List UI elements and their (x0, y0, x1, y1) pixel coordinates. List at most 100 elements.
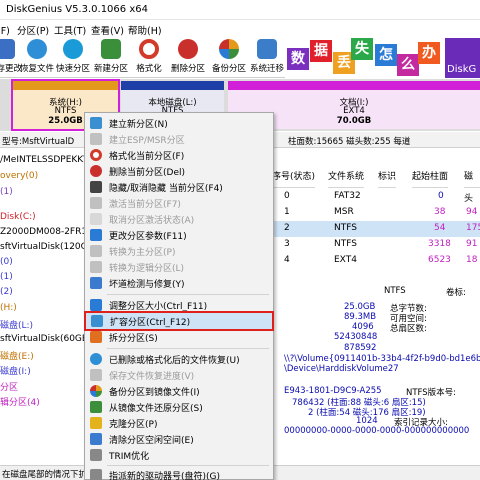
row-head: 94 (466, 207, 478, 217)
menu-file[interactable]: 文件(F) (0, 23, 10, 37)
menu-item-label: 取消分区激活状态(A) (109, 216, 195, 226)
toolbar: 保存更改 恢复文件 快速分区 新建分区 格式化 删除分区 备份分区 系统迁移 数… (0, 38, 480, 78)
tree-item[interactable]: (0) (0, 257, 13, 271)
row-head: 91 (466, 239, 478, 249)
tree-item[interactable]: (2) (0, 287, 13, 301)
menu-item-restore-image[interactable]: 从镜像文件还原分区(S) (85, 399, 273, 415)
tree-item[interactable]: 磁盘(L:) (0, 318, 33, 332)
row-index: 4 (284, 255, 290, 265)
col-header-cyl[interactable]: 起始柱面 (412, 166, 449, 188)
table-row[interactable]: 1 MSR 38 94 (268, 205, 480, 221)
menu-item-label: 更改分区参数(F11) (109, 232, 187, 242)
title-bar: DiskGenius V5.3.0.1066 x64 (0, 0, 480, 20)
menu-item-save-progress[interactable]: 保存文件恢复进度(V) (85, 367, 273, 383)
tree-item[interactable]: (1) (0, 272, 13, 286)
col-header-index[interactable]: 序号(状态) (272, 166, 316, 188)
tree-item[interactable]: 辑分区(4) (0, 395, 40, 409)
tree-item[interactable]: 磁盘(E:) (0, 349, 34, 363)
menu-item-extend[interactable]: 扩容分区(Ctrl_F12) (84, 311, 274, 331)
menu-bar: 文件(F) 分区(P) 工具(T) 查看(V) 帮助(H) (0, 20, 480, 38)
col-header-head[interactable]: 磁头 (464, 166, 480, 204)
menu-item-clone[interactable]: 克隆分区(P) (85, 415, 273, 431)
tree-item[interactable]: overy(0) (0, 171, 38, 185)
detail-value: 878592 (344, 343, 377, 353)
drive-letter-icon (90, 469, 102, 480)
menu-item-delete[interactable]: 删除当前分区(Del) (85, 163, 273, 179)
menu-item-to-primary[interactable]: 转换为主分区(P) (85, 243, 273, 259)
format-icon (90, 149, 102, 161)
row-index: 3 (284, 239, 290, 249)
menu-item-split[interactable]: 拆分分区(S) (85, 329, 273, 345)
menu-partition[interactable]: 分区(P) (17, 23, 49, 37)
banner-char: 失 (351, 38, 373, 60)
tree-item[interactable]: Disk(C:) (0, 212, 36, 226)
menu-item-activate[interactable]: 激活当前分区(F7) (85, 195, 273, 211)
tree-item[interactable]: /MeINTELSSDPEKKV (0, 155, 87, 169)
detail-value: 52430848 (334, 332, 378, 342)
partition-color-bar (121, 81, 224, 90)
menu-item-to-logical[interactable]: 转换为逻辑分区(L) (85, 259, 273, 275)
resize-icon (90, 299, 102, 311)
banner-char: 办 (418, 42, 440, 64)
context-menu: 建立新分区(N) 建立ESP/MSR分区 格式化当前分区(F) 删除当前分区(D… (84, 112, 274, 480)
menu-item-params[interactable]: 更改分区参数(F11) (85, 227, 273, 243)
to-logical-icon (90, 261, 102, 273)
menu-item-label: 建立新分区(N) (109, 120, 168, 130)
detail-guid: 00000000-0000-0000-0000-000000000000 (284, 426, 470, 436)
extend-icon (91, 315, 103, 327)
menu-item-format[interactable]: 格式化当前分区(F) (85, 147, 273, 163)
row-fs: NTFS (334, 239, 357, 249)
save-progress-icon (90, 369, 102, 381)
format-icon (139, 39, 159, 59)
table-row[interactable]: 3 NTFS 3318 91 (268, 237, 480, 253)
detail-index-size: 1024 (356, 416, 378, 426)
menu-separator (107, 348, 269, 349)
disk-tree: /MeINTELSSDPEKKV overy(0) (1) Disk(C:) Z… (0, 149, 88, 465)
menu-item-recover[interactable]: 已删除或格式化后的文件恢复(U) (85, 351, 273, 367)
restore-files-icon (27, 39, 47, 59)
tree-item[interactable]: sftVirtualDisk(120GB (0, 242, 87, 256)
table-row-selected[interactable]: 2 NTFS 54 175 (268, 221, 480, 237)
menu-item-label: 格式化当前分区(F) (109, 152, 185, 162)
detail-value: 25.0GB (344, 302, 376, 312)
detail-device-path: \Device\HarddiskVolume27 (284, 364, 399, 374)
menu-help[interactable]: 帮助(H) (128, 23, 162, 37)
menu-item-backup-image[interactable]: 备份分区到镜像文件(I) (85, 383, 273, 399)
disk-model: 型号:MsftVirtualD (2, 137, 75, 147)
menu-item-bad-sector[interactable]: 坏道检测与修复(Y) (85, 275, 273, 291)
menu-item-esp-msr[interactable]: 建立ESP/MSR分区 (85, 131, 273, 147)
delete-icon (90, 165, 102, 177)
system-migrate-button[interactable]: 系统迁移 (244, 38, 290, 78)
row-cyl: 3318 (428, 239, 451, 249)
tree-item[interactable]: 磁盘(I:) (0, 364, 31, 378)
menu-item-hide[interactable]: 隐藏/取消隐藏 当前分区(F4) (85, 179, 273, 195)
tree-item[interactable]: sftVirtualDisk(60GB (0, 334, 87, 348)
banner-char: 么 (397, 54, 419, 76)
wipe-free-icon (90, 433, 102, 445)
tree-item[interactable]: 分区 (0, 380, 18, 394)
col-header-id[interactable]: 标识 (378, 166, 397, 188)
tree-item[interactable]: (H:) (0, 303, 17, 317)
table-row[interactable]: 0 FAT32 0 (268, 189, 480, 205)
menu-item-label: 从镜像文件还原分区(S) (109, 404, 203, 414)
banner-char: 据 (310, 40, 332, 62)
menu-item-wipe-free[interactable]: 清除分区空闲空间(E) (85, 431, 273, 447)
delete-partition-icon (178, 39, 198, 59)
menu-item-deactivate[interactable]: 取消分区激活状态(A) (85, 211, 273, 227)
activate-icon (90, 197, 102, 209)
menu-item-label: 指派新的驱动器号(盘符)(G) (109, 472, 221, 480)
menu-view[interactable]: 查看(V) (91, 23, 124, 37)
menu-item-trim[interactable]: TRIM优化 (85, 447, 273, 463)
menu-item-drive-letter[interactable]: 指派新的驱动器号(盘符)(G) (85, 467, 273, 480)
row-fs: MSR (334, 207, 354, 217)
menu-item-new-partition[interactable]: 建立新分区(N) (85, 115, 273, 131)
menu-item-label: 激活当前分区(F7) (109, 200, 181, 210)
col-header-fs[interactable]: 文件系统 (328, 166, 365, 188)
tree-item[interactable]: (1) (0, 187, 13, 201)
promo-banner[interactable]: 数 据 丢 失 怎 么 办 DiskG (285, 38, 480, 78)
menu-item-resize[interactable]: 调整分区大小(Ctrl_F11) (85, 297, 273, 313)
row-fs: EXT4 (334, 255, 357, 265)
detail-serial: E943-1801-D9C9-A255 (284, 386, 382, 396)
tree-item[interactable]: Z2000DM008-2FR102 (0, 227, 87, 241)
menu-tools[interactable]: 工具(T) (54, 23, 86, 37)
